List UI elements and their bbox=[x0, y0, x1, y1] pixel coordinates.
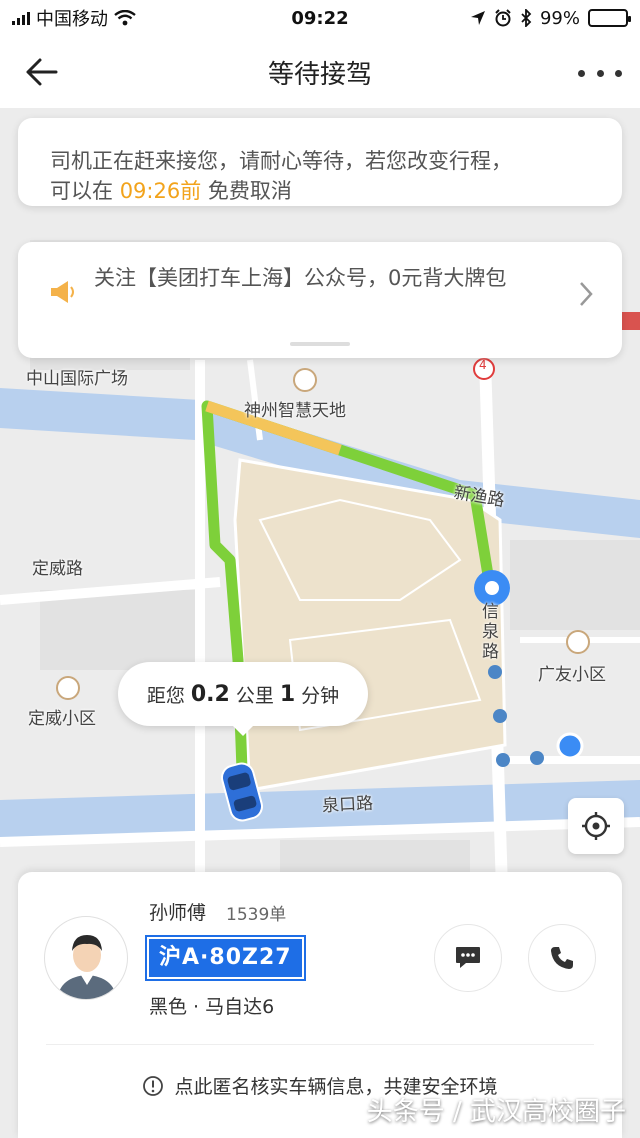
license-plate: 沪A·80Z27 bbox=[145, 935, 306, 981]
driver-order-count: 1539单 bbox=[226, 905, 287, 925]
poi-label-shenzhou: 神州智慧天地 bbox=[244, 401, 346, 421]
status-bar: 中国移动 09:22 99% bbox=[0, 0, 640, 36]
distance-km-unit: 公里 bbox=[235, 684, 274, 707]
chevron-right-icon bbox=[580, 282, 593, 306]
bluetooth-icon bbox=[521, 9, 532, 27]
road-label-dingwei: 定威路 bbox=[32, 559, 83, 579]
driver-avatar bbox=[44, 916, 128, 1000]
cancel-notice-card: 司机正在赶来接您，请耐心等待，若您改变行程， 可以在 09:26前 免费取消 bbox=[18, 118, 622, 206]
notice-prefix: 可以在 bbox=[50, 179, 120, 203]
info-icon bbox=[143, 1075, 164, 1096]
promo-text: 关注【美团打车上海】公众号，0元背大牌包 bbox=[94, 266, 507, 290]
watermark: 头条号 / 武汉高校圈子 bbox=[366, 1097, 626, 1127]
road-label-quankou: 泉口路 bbox=[321, 793, 374, 817]
carrier-label: 中国移动 bbox=[36, 9, 108, 30]
distance-min-unit: 分钟 bbox=[301, 684, 340, 707]
driver-name: 孙师傅 bbox=[149, 902, 207, 924]
poi-label-dingwei-community: 定威小区 bbox=[28, 709, 96, 729]
divider bbox=[46, 1044, 594, 1045]
battery-icon bbox=[588, 9, 631, 27]
crosshair-icon bbox=[582, 812, 610, 840]
notice-line2: 可以在 09:26前 免费取消 bbox=[50, 176, 590, 206]
nav-bar: 等待接驾 bbox=[0, 36, 640, 108]
alarm-icon bbox=[495, 9, 511, 27]
poi-label-guangyou: 广友小区 bbox=[538, 665, 606, 685]
signal-icon bbox=[12, 11, 30, 25]
chat-icon bbox=[456, 947, 480, 968]
poi-label-zhongshan: 中山国际广场 bbox=[26, 369, 128, 389]
distance-bubble: 距您 0.2 公里 1 分钟 bbox=[118, 662, 368, 736]
road-label-xinquan: 信泉路 bbox=[482, 602, 499, 662]
battery-percent: 99% bbox=[539, 7, 580, 29]
distance-minutes: 1 bbox=[279, 681, 296, 707]
notice-suffix: 免费取消 bbox=[201, 179, 292, 203]
wifi-icon bbox=[114, 10, 136, 26]
phone-icon bbox=[551, 947, 573, 969]
notice-line1: 司机正在赶来接您，请耐心等待，若您改变行程， bbox=[50, 149, 512, 173]
location-arrow-icon bbox=[470, 11, 485, 25]
page-title: 等待接驾 bbox=[267, 59, 372, 90]
more-icon[interactable] bbox=[578, 58, 622, 88]
cancel-deadline: 09:26前 bbox=[119, 179, 202, 203]
locate-me-button[interactable] bbox=[568, 798, 624, 854]
route-badge: 4 bbox=[479, 358, 487, 372]
megaphone-icon bbox=[51, 281, 74, 303]
car-description: 黑色 · 马自达6 bbox=[149, 996, 275, 1018]
distance-km: 0.2 bbox=[190, 681, 230, 707]
call-button[interactable] bbox=[528, 924, 596, 992]
drag-handle[interactable] bbox=[290, 342, 350, 346]
promo-banner[interactable]: 关注【美团打车上海】公众号，0元背大牌包 bbox=[18, 242, 622, 358]
message-button[interactable] bbox=[434, 924, 502, 992]
back-icon[interactable] bbox=[22, 54, 62, 90]
distance-prefix: 距您 bbox=[146, 684, 185, 707]
